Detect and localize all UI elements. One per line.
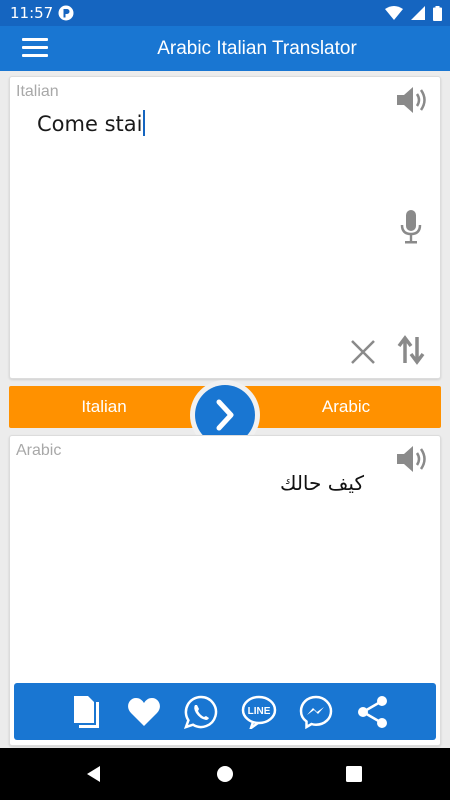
back-icon[interactable] (82, 762, 106, 786)
source-text-value: Come stai (37, 112, 143, 136)
status-time: 11:57 (10, 4, 54, 22)
share-bar: LINE (14, 683, 436, 740)
whatsapp-icon[interactable] (183, 694, 219, 730)
source-language-button[interactable]: Italian (9, 386, 199, 428)
app-notification-icon (58, 5, 74, 21)
target-language-label: Arabic (16, 442, 62, 459)
swap-vertical-icon[interactable] (397, 335, 425, 365)
clear-icon[interactable] (350, 339, 376, 365)
signal-icon (411, 6, 425, 20)
line-icon[interactable]: LINE (241, 694, 277, 730)
status-icons (385, 4, 442, 22)
share-icon[interactable] (355, 694, 391, 730)
svg-text:LINE: LINE (247, 706, 270, 717)
copy-icon[interactable] (69, 694, 105, 730)
speaker-icon[interactable] (395, 85, 429, 115)
target-language-button[interactable]: Arabic (251, 386, 441, 428)
battery-icon (433, 5, 442, 21)
app-title: Arabic Italian Translator (157, 38, 357, 59)
wifi-icon (385, 6, 403, 20)
recents-icon[interactable] (342, 762, 366, 786)
translation-output: كيف حالك (279, 471, 364, 495)
source-card: Italian Come stai (9, 76, 441, 379)
microphone-icon[interactable] (399, 209, 423, 245)
source-text-input[interactable]: Come stai (37, 110, 146, 136)
favorite-icon[interactable] (126, 694, 162, 730)
home-icon[interactable] (213, 762, 237, 786)
messenger-icon[interactable] (298, 694, 334, 730)
app-bar: Arabic Italian Translator (0, 26, 450, 71)
system-navigation-bar (0, 748, 450, 800)
status-bar: 11:57 (0, 0, 450, 26)
source-language-label: Italian (16, 83, 59, 100)
text-caret (143, 110, 146, 136)
speaker-icon[interactable] (395, 444, 429, 474)
